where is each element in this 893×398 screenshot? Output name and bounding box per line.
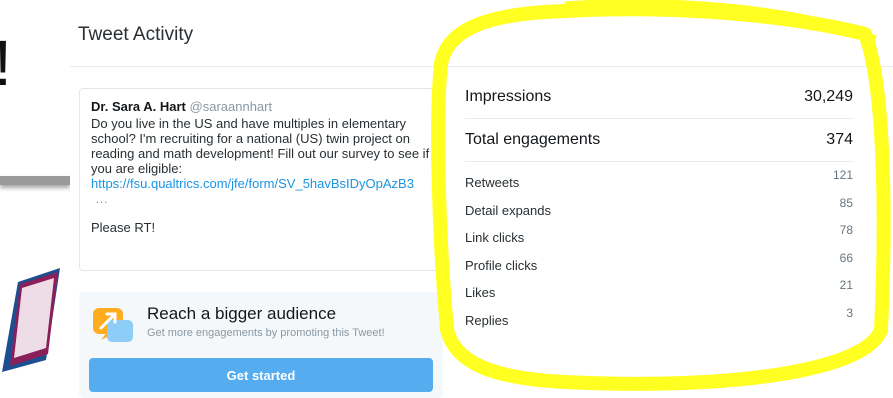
stat-row-value: 85 [839,195,853,210]
background-book-logo [2,268,60,372]
stat-total-engagements: Total engagements 374 [465,123,853,159]
stat-row-detail-expands: Detail expands 85 [465,194,853,222]
tweet-author-name[interactable]: Dr. Sara A. Hart [91,99,186,114]
stat-separator [465,118,853,119]
stat-row-value: 121 [832,168,853,182]
stat-row-label: Link clicks [465,230,525,245]
stat-row-value: 66 [839,250,853,265]
stat-row-label: Retweets [465,175,520,190]
get-started-button[interactable]: Get started [89,358,433,392]
stat-row-value: 3 [846,305,853,320]
stat-row-value: 21 [839,278,853,292]
promote-chart-icon [93,308,133,342]
tweet-text: Do you live in the US and have multiples… [91,116,430,176]
tweet-author-handle[interactable]: @saraannhart [190,99,273,114]
promote-box: Reach a bigger audience Get more engagem… [79,292,443,398]
activity-stats: Impressions 30,249 Total engagements 374… [465,80,853,331]
modal-divider [70,66,893,67]
stat-row-retweets: Retweets 121 [465,166,853,194]
stat-engagements-value: 374 [826,131,853,148]
stat-row-replies: Replies 3 [465,304,853,332]
tweet-activity-modal: Tweet Activity Dr. Sara A. Hart @saraann… [70,0,893,398]
stat-row-link-clicks: Link clicks 78 [465,221,853,249]
stat-impressions-value: 30,249 [804,88,853,105]
background-slide-rule [0,176,70,185]
modal-title: Tweet Activity [78,24,194,45]
stat-row-label: Likes [465,285,496,300]
stat-row-profile-clicks: Profile clicks 66 [465,249,853,277]
stat-impressions: Impressions 30,249 [465,80,853,116]
stat-impressions-label: Impressions [465,88,552,105]
stat-row-label: Profile clicks [465,257,538,273]
tweet-ellipsis: … [95,191,108,206]
stat-row-value: 78 [839,223,853,237]
promote-title: Reach a bigger audience [147,304,337,323]
stat-row-likes: Likes 21 [465,276,853,304]
stat-row-label: Detail expands [465,202,551,218]
stat-engagements-label: Total engagements [465,131,601,148]
tweet-link[interactable]: https://fsu.qualtrics.com/jfe/form/SV_5h… [91,176,431,191]
stat-separator [465,161,853,162]
stat-row-label: Replies [465,312,509,328]
tweet-rt-text: Please RT! [91,220,156,235]
tweet-card: Dr. Sara A. Hart @saraannhart Do you liv… [79,88,443,271]
background-slide-text: ! [0,26,12,100]
promote-subtitle: Get more engagements by promoting this T… [147,327,385,339]
